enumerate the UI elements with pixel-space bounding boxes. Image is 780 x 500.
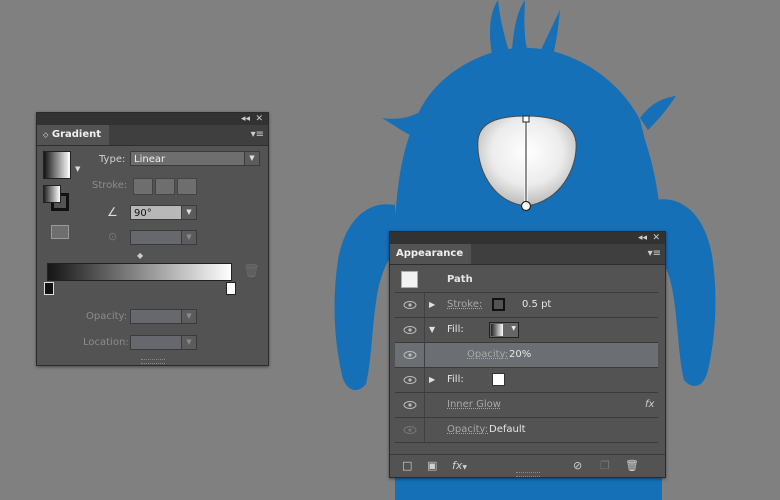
angle-field[interactable]: 90° ▼: [130, 205, 197, 220]
eye-icon[interactable]: [403, 325, 417, 335]
opacity-label[interactable]: Opacity:: [447, 424, 488, 435]
fill-row-white[interactable]: ▶ Fill:: [395, 368, 658, 393]
angle-icon: ∠: [107, 205, 118, 219]
stroke-across-button[interactable]: [177, 178, 197, 195]
panel-tab-row: Appearance ▾≡: [390, 244, 665, 265]
eye-icon[interactable]: [403, 375, 417, 385]
collapse-triangle-icon[interactable]: ▼: [429, 325, 435, 334]
panel-title-bar[interactable]: ◂◂ ✕: [37, 113, 268, 125]
close-panel-button[interactable]: ✕: [255, 113, 263, 125]
appearance-panel: ◂◂ ✕ Appearance ▾≡ Path ▶ Stroke: 0.5 pt…: [389, 231, 666, 478]
tab-appearance[interactable]: Appearance: [390, 244, 472, 264]
right-leg: [552, 476, 578, 500]
panel-menu-icon[interactable]: ▾≡: [251, 129, 264, 141]
chevron-down-icon: ▼: [244, 152, 259, 165]
clear-appearance-icon[interactable]: ⊘: [573, 460, 582, 472]
location-label: Location:: [83, 337, 129, 348]
fill-stroke-icon[interactable]: [43, 185, 71, 213]
add-fill-icon[interactable]: ▣: [427, 460, 437, 472]
gradient-stop-icon[interactable]: [44, 282, 54, 295]
collapse-panel-button[interactable]: ◂◂: [638, 232, 647, 244]
stroke-row[interactable]: ▶ Stroke: 0.5 pt: [395, 293, 658, 318]
collapse-panel-button[interactable]: ◂◂: [241, 113, 250, 125]
panel-title-bar[interactable]: ◂◂ ✕: [390, 232, 665, 244]
eye-icon: [403, 426, 417, 434]
type-dropdown[interactable]: Linear ▼: [130, 151, 260, 166]
type-value: Linear: [134, 154, 166, 165]
opacity-field[interactable]: ▼: [130, 309, 197, 324]
path-header-row[interactable]: Path: [395, 268, 658, 293]
fill-color-swatch[interactable]: [492, 373, 505, 386]
fx-icon: fx: [645, 399, 655, 410]
chevron-down-icon[interactable]: ▼: [75, 165, 80, 173]
trash-icon[interactable]: 🗑: [625, 460, 639, 472]
aspect-ratio-field[interactable]: ▼: [130, 230, 197, 245]
close-panel-button[interactable]: ✕: [652, 232, 660, 244]
panel-menu-icon[interactable]: ▾≡: [648, 248, 661, 260]
angle-value: 90°: [134, 208, 152, 219]
stroke-along-button[interactable]: [155, 178, 175, 195]
gradient-swatch-icon[interactable]: [43, 151, 71, 179]
panel-resize-grip[interactable]: [515, 472, 540, 477]
panel-tab-row: ◇ Gradient ▾≡: [37, 125, 268, 146]
stroke-label: Stroke:: [92, 180, 128, 191]
midpoint-diamond-icon[interactable]: ◆: [137, 251, 143, 260]
eye-icon[interactable]: [403, 300, 417, 310]
tab-toggle-icon[interactable]: ◇: [43, 131, 48, 139]
stroke-label[interactable]: Stroke:: [447, 299, 482, 310]
expand-triangle-icon[interactable]: ▶: [429, 300, 435, 309]
fill-row-gradient[interactable]: ▼ Fill: ▼: [395, 318, 658, 343]
gradient-annotator-end-handle[interactable]: [520, 200, 532, 212]
stroke-within-button[interactable]: [133, 178, 153, 195]
chevron-down-icon: ▼: [181, 310, 196, 323]
aspect-ratio-icon: ⊙: [108, 230, 118, 243]
opacity-label: Opacity:: [86, 311, 128, 322]
fill-label: Fill:: [447, 374, 464, 385]
gradient-stop-icon[interactable]: [226, 282, 236, 295]
chevron-down-icon: ▼: [181, 206, 196, 219]
tab-gradient-label: Gradient: [51, 129, 102, 140]
eye-icon[interactable]: [403, 350, 417, 360]
eye-icon[interactable]: [403, 400, 417, 410]
opacity-default-value: Default: [489, 424, 526, 435]
inner-glow-row[interactable]: Inner Glow fx: [395, 393, 658, 418]
panel-resize-grip[interactable]: [140, 359, 165, 364]
reverse-gradient-icon[interactable]: [51, 225, 69, 239]
object-opacity-row[interactable]: Opacity: Default: [395, 418, 658, 443]
fill-gradient-swatch[interactable]: ▼: [489, 322, 519, 338]
expand-triangle-icon[interactable]: ▶: [429, 375, 435, 384]
path-thumbnail: [401, 271, 418, 288]
gradient-annotator-start-handle[interactable]: [522, 115, 530, 123]
tab-gradient[interactable]: ◇ Gradient: [37, 125, 110, 145]
fx-menu-icon[interactable]: fx▼: [452, 460, 467, 474]
left-leg: [476, 476, 502, 500]
object-label: Path: [447, 274, 473, 285]
location-field[interactable]: ▼: [130, 335, 197, 350]
stroke-weight-value[interactable]: 0.5 pt: [522, 299, 551, 310]
duplicate-item-icon[interactable]: ❐: [600, 460, 610, 472]
gradient-slider[interactable]: [47, 263, 232, 281]
inner-glow-label[interactable]: Inner Glow: [447, 399, 501, 410]
fill-opacity-row[interactable]: Opacity: 20%: [395, 343, 658, 368]
fill-label: Fill:: [447, 324, 464, 335]
delete-stop-icon[interactable]: 🗑: [243, 264, 260, 279]
opacity-value: 20%: [509, 349, 532, 360]
fx-menu-label: fx: [452, 459, 463, 472]
gradient-panel: ◂◂ ✕ ◇ Gradient ▾≡ ▼ Type: Linear ▼ Stro…: [36, 112, 269, 366]
chevron-down-icon: ▼: [511, 325, 516, 332]
opacity-label[interactable]: Opacity:: [467, 349, 508, 360]
add-stroke-icon[interactable]: □: [402, 460, 412, 472]
stroke-color-swatch[interactable]: [492, 298, 505, 311]
tab-appearance-label: Appearance: [396, 248, 464, 259]
type-label: Type:: [99, 154, 126, 165]
chevron-down-icon: ▼: [181, 336, 196, 349]
chevron-down-icon: ▼: [181, 231, 196, 244]
